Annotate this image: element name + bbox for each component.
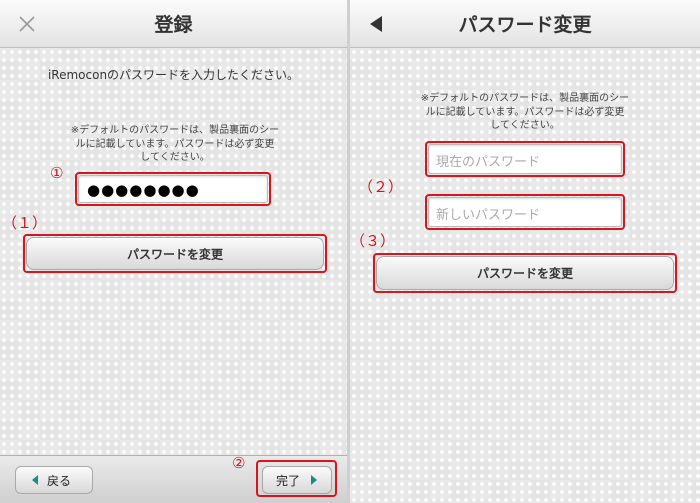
highlight-new-password [425,194,625,230]
annotation-circle-1: ① [50,164,64,182]
page-title: 登録 [154,14,193,36]
back-button[interactable]: 戻る [15,466,93,494]
highlight-done-button [256,460,337,497]
default-password-note: ※デフォルトのパスワードは、製品裏面のシー ルに記載しています。パスワードは必ず… [420,93,630,131]
highlight-change-button-right [373,253,677,293]
annotation-paren-1: （１） [2,214,48,232]
change-password-screen: パスワード変更 ※デフォルトのパスワードは、製品裏面のシー ルに記載しています。… [350,0,700,503]
instruction-text: iRemoconのパスワードを入力したください。 [47,68,300,82]
highlight-password-field [75,172,271,206]
triangle-left-icon [32,475,38,485]
annotation-paren-3: （３） [350,232,396,250]
highlight-change-button-left [23,234,327,273]
navigation-bar: 登録 [0,0,347,48]
page-title: パスワード変更 [458,14,592,36]
navigation-bar: パスワード変更 [350,0,700,48]
annotation-circle-2: ② [232,454,246,472]
default-password-note: ※デフォルトのパスワードは、製品裏面のシー ルに記載しています。パスワードは必ず… [70,125,280,163]
annotation-paren-2: （２） [358,178,404,196]
highlight-current-password [425,141,625,177]
